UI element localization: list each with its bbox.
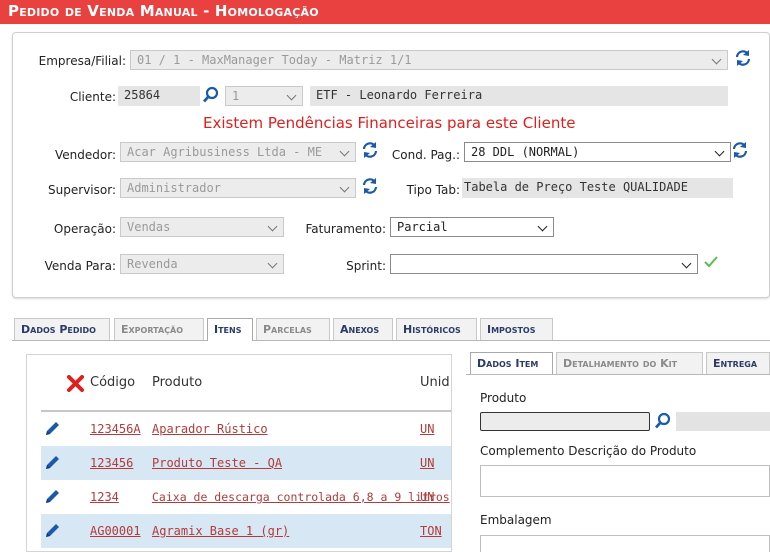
faturamento-select[interactable]: Parcial (390, 217, 554, 237)
supervisor-select[interactable]: Administrador (120, 178, 356, 198)
venda-para-select[interactable]: Revenda (120, 254, 284, 274)
item-unid[interactable]: TON (420, 524, 442, 538)
col-unid[interactable]: Unid (420, 375, 450, 390)
cond-pag-select[interactable]: 28 DDL (NORMAL) (464, 142, 731, 162)
item-produto[interactable]: Aparador Rústico (152, 422, 268, 436)
tab-itens[interactable]: Itens (207, 318, 253, 341)
item-codigo[interactable]: 1234 (90, 490, 119, 504)
embalagem-input[interactable] (480, 535, 770, 552)
produto-label: Produto (480, 391, 527, 405)
item-produto[interactable]: Caixa de descarga controlada 6,8 a 9 lit… (152, 490, 450, 504)
cond-pag-label: Cond. Pag.: (391, 148, 460, 162)
item-unid[interactable]: UN (420, 456, 434, 470)
edit-icon[interactable] (43, 420, 61, 438)
col-produto[interactable]: Produto (152, 375, 202, 390)
item-produto[interactable]: Agramix Base 1 (gr) (152, 524, 289, 538)
item-codigo[interactable]: 123456A (90, 422, 141, 436)
item-tabs-baseline (466, 374, 770, 375)
operacao-label: Operação: (53, 222, 116, 236)
table-row[interactable]: 1234 Caixa de descarga controlada 6,8 a … (41, 480, 451, 514)
edit-icon[interactable] (43, 522, 61, 540)
tabs-baseline (12, 340, 770, 341)
tab-parcelas[interactable]: Parcelas (256, 318, 330, 340)
refresh-icon[interactable] (731, 141, 749, 159)
cliente-branch-select[interactable]: 1 (225, 86, 303, 106)
item-codigo[interactable]: AG00001 (90, 524, 141, 538)
financial-warning: Existem Pendências Financeiras para este… (203, 114, 576, 132)
edit-icon[interactable] (43, 488, 61, 506)
tab-detalhamento-kit[interactable]: Detalhamento do Kit (556, 352, 703, 374)
item-codigo[interactable]: 123456 (90, 456, 133, 470)
sprint-label: Sprint: (346, 259, 386, 273)
empresa-select[interactable]: 01 / 1 - MaxManager Today - Matriz 1/1 (130, 50, 728, 70)
tab-dados-item[interactable]: Dados Item (470, 352, 553, 375)
cliente-code-field[interactable]: 25864 (118, 86, 200, 106)
items-table: Código Produto Unid 123456A Aparador Rús… (26, 354, 452, 552)
empresa-label: Empresa/Filial: (38, 54, 126, 68)
tipo-tab-label: Tipo Tab: (406, 183, 460, 197)
cliente-label: Cliente: (69, 90, 116, 104)
check-icon (704, 256, 718, 268)
tab-anexos[interactable]: Anexos (333, 318, 393, 340)
table-row[interactable]: 123456 Produto Teste - QA UN (41, 446, 451, 480)
tab-exportacao[interactable]: Exportação (114, 318, 204, 340)
vendedor-label: Vendedor: (55, 148, 116, 162)
page-title: Pedido de Venda Manual - Homologação (0, 0, 770, 24)
faturamento-label: Faturamento: (305, 222, 386, 236)
cliente-name-field: ETF - Leonardo Ferreira (310, 86, 728, 106)
item-unid[interactable]: UN (420, 422, 434, 436)
venda-para-label: Venda Para: (44, 259, 116, 273)
delete-icon[interactable] (67, 375, 84, 392)
item-produto[interactable]: Produto Teste - QA (152, 456, 282, 470)
produto-name-field (676, 412, 770, 431)
col-codigo[interactable]: Código (90, 375, 135, 390)
operacao-select[interactable]: Vendas (120, 217, 284, 237)
item-unid[interactable]: UN (420, 490, 434, 504)
tipo-tab-field: Tabela de Preço Teste QUALIDADE (462, 178, 733, 198)
embalagem-label: Embalagem (480, 513, 552, 527)
refresh-icon[interactable] (361, 141, 379, 159)
tab-entrega[interactable]: Entrega (706, 352, 770, 374)
tab-dados-pedido[interactable]: Dados Pedido (14, 318, 110, 340)
table-row[interactable]: AG00001 Agramix Base 1 (gr) TON (41, 514, 451, 548)
search-icon[interactable] (654, 412, 672, 430)
complemento-input[interactable] (480, 465, 770, 497)
tab-historicos[interactable]: Históricos (396, 318, 477, 340)
vendedor-select[interactable]: Acar Agribusiness Ltda - ME (120, 142, 356, 162)
table-row[interactable]: 123456A Aparador Rústico UN (41, 412, 451, 446)
refresh-icon[interactable] (734, 49, 752, 67)
complemento-label: Complemento Descrição do Produto (480, 444, 697, 458)
supervisor-label: Supervisor: (48, 183, 116, 197)
sprint-select[interactable] (390, 254, 698, 274)
search-icon[interactable] (202, 86, 220, 104)
refresh-icon[interactable] (361, 177, 379, 195)
produto-code-input[interactable] (480, 412, 650, 431)
edit-icon[interactable] (43, 454, 61, 472)
tab-impostos[interactable]: Impostos (480, 318, 553, 340)
